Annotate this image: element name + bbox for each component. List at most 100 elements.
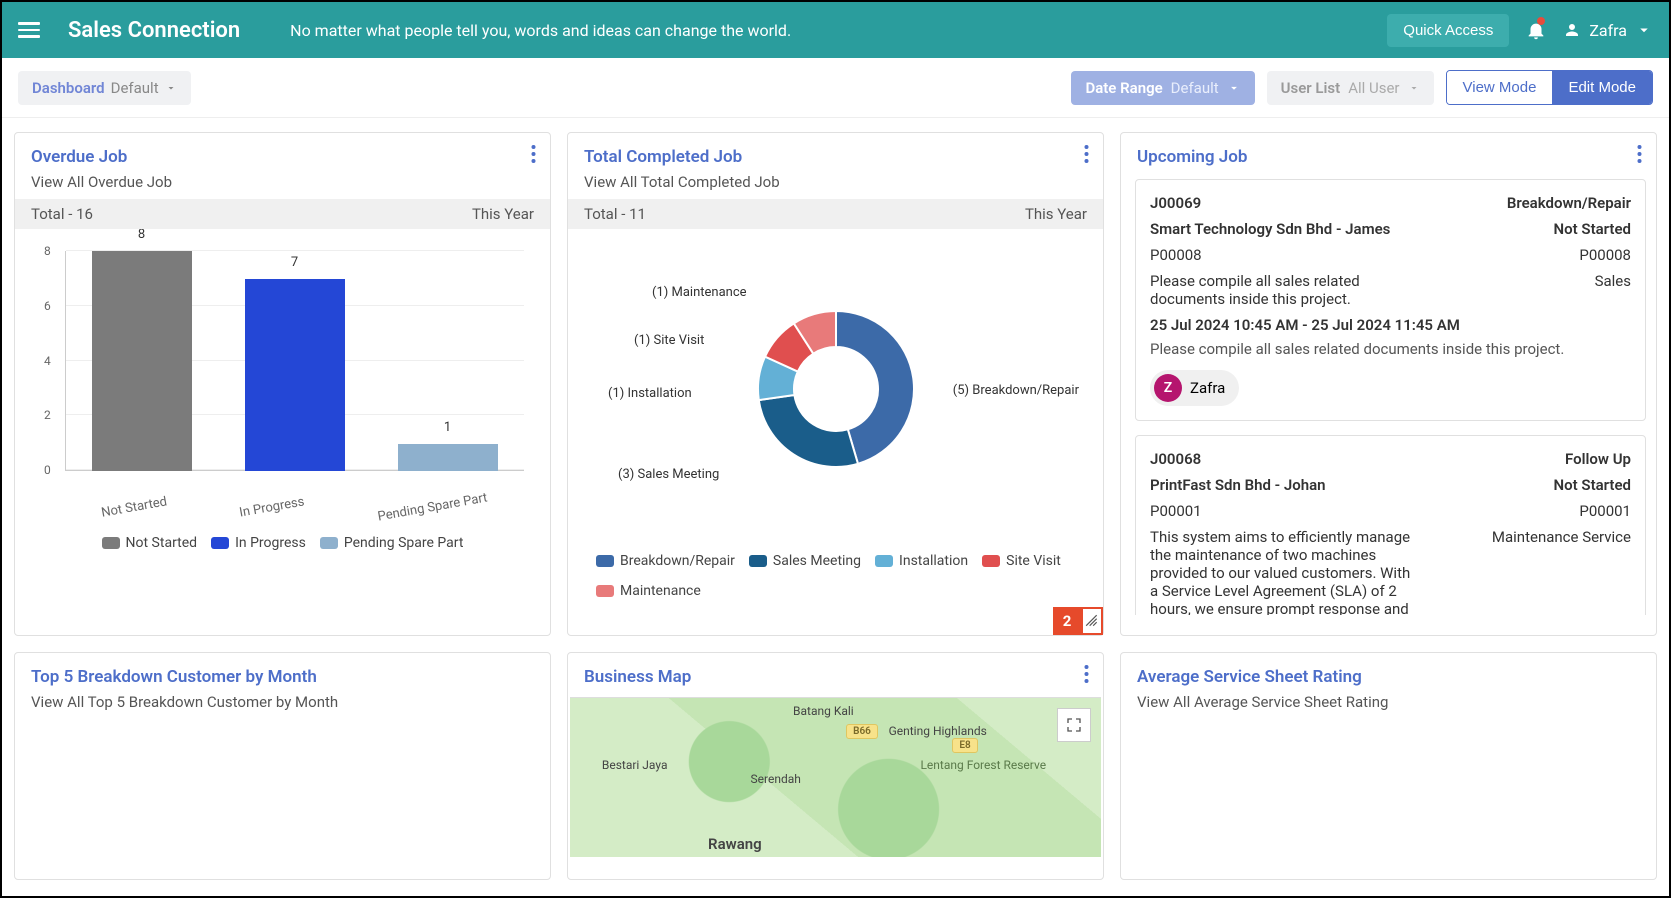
period-label: This Year <box>472 205 534 223</box>
card-title: Upcoming Job <box>1137 147 1640 167</box>
donut-label: (1) Maintenance <box>652 285 747 300</box>
donut-label: (1) Installation <box>608 386 692 401</box>
top5-breakdown-card: Top 5 Breakdown Customer by Month View A… <box>14 652 551 880</box>
y-tick: 0 <box>44 463 51 477</box>
card-menu-icon[interactable] <box>1084 145 1089 167</box>
job-short-desc: Please compile all sales related documen… <box>1150 272 1415 308</box>
assignee-chip[interactable]: Z Zafra <box>1150 370 1239 406</box>
job-customer: PrintFast Sdn Bhd - Johan <box>1150 476 1326 494</box>
legend-swatch <box>982 555 1000 567</box>
upcoming-job-list[interactable]: J00069Breakdown/RepairSmart Technology S… <box>1121 175 1656 615</box>
legend-item: Site Visit <box>982 553 1061 569</box>
job-card[interactable]: J00069Breakdown/RepairSmart Technology S… <box>1135 179 1646 421</box>
map-place-label: Lentang Forest Reserve <box>920 758 1046 772</box>
legend-item: Maintenance <box>596 583 701 599</box>
donut-label: (1) Site Visit <box>634 333 704 348</box>
fullscreen-icon[interactable] <box>1057 708 1091 742</box>
chevron-down-icon <box>1227 81 1241 95</box>
chevron-down-icon <box>1635 21 1653 39</box>
view-mode-button[interactable]: View Mode <box>1447 71 1553 104</box>
user-icon <box>1563 21 1581 39</box>
legend-item: Pending Spare Part <box>320 535 464 551</box>
y-tick: 2 <box>44 408 51 422</box>
view-all-link[interactable]: View All Average Service Sheet Rating <box>1137 693 1640 711</box>
job-short-desc: This system aims to efficiently manage t… <box>1150 528 1415 615</box>
resize-indicator[interactable]: 2 <box>1053 607 1103 635</box>
header-quote: No matter what people tell you, words an… <box>290 21 791 40</box>
hamburger-icon[interactable] <box>18 16 46 44</box>
job-id: J00069 <box>1150 194 1201 212</box>
legend-item: Not Started <box>102 535 198 551</box>
date-range-value: Default <box>1171 79 1219 97</box>
user-name: Zafra <box>1589 21 1627 40</box>
overdue-job-card: Overdue Job View All Overdue Job Total -… <box>14 132 551 636</box>
y-tick: 8 <box>44 244 51 258</box>
legend-label: Site Visit <box>1006 553 1061 569</box>
bar-value: 8 <box>92 229 192 242</box>
job-full-desc: Please compile all sales related documen… <box>1150 340 1631 358</box>
avg-rating-card: Average Service Sheet Rating View All Av… <box>1120 652 1657 880</box>
job-category: Sales <box>1595 272 1631 308</box>
dashboard-selector-value: Default <box>111 79 159 97</box>
bar-chart: 0 2 4 6 8 871 Not StartedIn ProgressPend… <box>31 241 534 511</box>
total-label: Total - 16 <box>31 205 93 223</box>
legend-label: Maintenance <box>620 583 701 599</box>
legend-swatch <box>749 555 767 567</box>
legend-swatch <box>102 537 120 549</box>
user-list-value: All User <box>1348 79 1399 97</box>
job-date: 25 Jul 2024 10:45 AM - 25 Jul 2024 11:45… <box>1150 316 1631 334</box>
card-menu-icon[interactable] <box>1084 665 1089 687</box>
assignee-name: Zafra <box>1190 379 1225 397</box>
notifications-icon[interactable] <box>1525 19 1547 41</box>
total-label: Total - 11 <box>584 205 646 223</box>
total-completed-card: Total Completed Job View All Total Compl… <box>567 132 1104 636</box>
map-place-label: Bestari Jaya <box>602 758 668 772</box>
date-range-selector[interactable]: Date Range Default <box>1071 71 1254 105</box>
view-all-link[interactable]: View All Overdue Job <box>31 173 534 191</box>
map-place-label: Rawang <box>708 835 762 853</box>
card-title: Business Map <box>584 667 1087 687</box>
map-place-label: Serendah <box>751 772 801 786</box>
resize-number: 2 <box>1053 607 1081 635</box>
user-list-label: User List <box>1281 79 1341 97</box>
job-id: J00068 <box>1150 450 1201 468</box>
bar-value: 1 <box>398 420 498 435</box>
quick-access-button[interactable]: Quick Access <box>1387 14 1509 47</box>
job-card[interactable]: J00068Follow UpPrintFast Sdn Bhd - Johan… <box>1135 435 1646 615</box>
donut-label: (3) Sales Meeting <box>618 467 719 482</box>
legend-swatch <box>596 585 614 597</box>
card-menu-icon[interactable] <box>1637 145 1642 167</box>
upcoming-job-card: Upcoming Job J00069Breakdown/RepairSmart… <box>1120 132 1657 636</box>
job-status: Not Started <box>1554 220 1631 238</box>
map-place-label: Batang Kali <box>793 704 854 718</box>
legend-label: Sales Meeting <box>773 553 861 569</box>
project-id: P00001 <box>1150 502 1202 520</box>
legend-label: Installation <box>899 553 968 569</box>
user-list-selector[interactable]: User List All User <box>1267 71 1434 105</box>
map[interactable]: Batang Kali Genting Highlands Lentang Fo… <box>570 697 1101 857</box>
y-tick: 6 <box>44 299 51 313</box>
donut-label: (5) Breakdown/Repair <box>953 383 1079 398</box>
legend-label: Breakdown/Repair <box>620 553 735 569</box>
card-title: Overdue Job <box>31 147 534 167</box>
legend-swatch <box>211 537 229 549</box>
card-title: Top 5 Breakdown Customer by Month <box>31 667 534 687</box>
mode-toggle: View Mode Edit Mode <box>1446 70 1653 105</box>
donut-slice <box>758 395 857 467</box>
dashboard-grid: Overdue Job View All Overdue Job Total -… <box>2 118 1669 894</box>
period-label: This Year <box>1025 205 1087 223</box>
resize-handle-icon[interactable] <box>1081 607 1103 635</box>
view-all-link[interactable]: View All Top 5 Breakdown Customer by Mon… <box>31 693 534 711</box>
user-menu[interactable]: Zafra <box>1563 21 1653 40</box>
edit-mode-button[interactable]: Edit Mode <box>1552 71 1652 104</box>
view-all-link[interactable]: View All Total Completed Job <box>584 173 1087 191</box>
project-ref: P00008 <box>1579 246 1631 264</box>
avatar: Z <box>1154 374 1182 402</box>
card-menu-icon[interactable] <box>531 145 536 167</box>
dashboard-selector[interactable]: Dashboard Default <box>18 71 191 105</box>
bar: 7 <box>245 279 345 472</box>
legend-item: Breakdown/Repair <box>596 553 735 569</box>
chevron-down-icon <box>165 82 177 94</box>
donut-chart: (5) Breakdown/Repair (3) Sales Meeting (… <box>568 249 1103 529</box>
job-type: Breakdown/Repair <box>1507 194 1631 212</box>
